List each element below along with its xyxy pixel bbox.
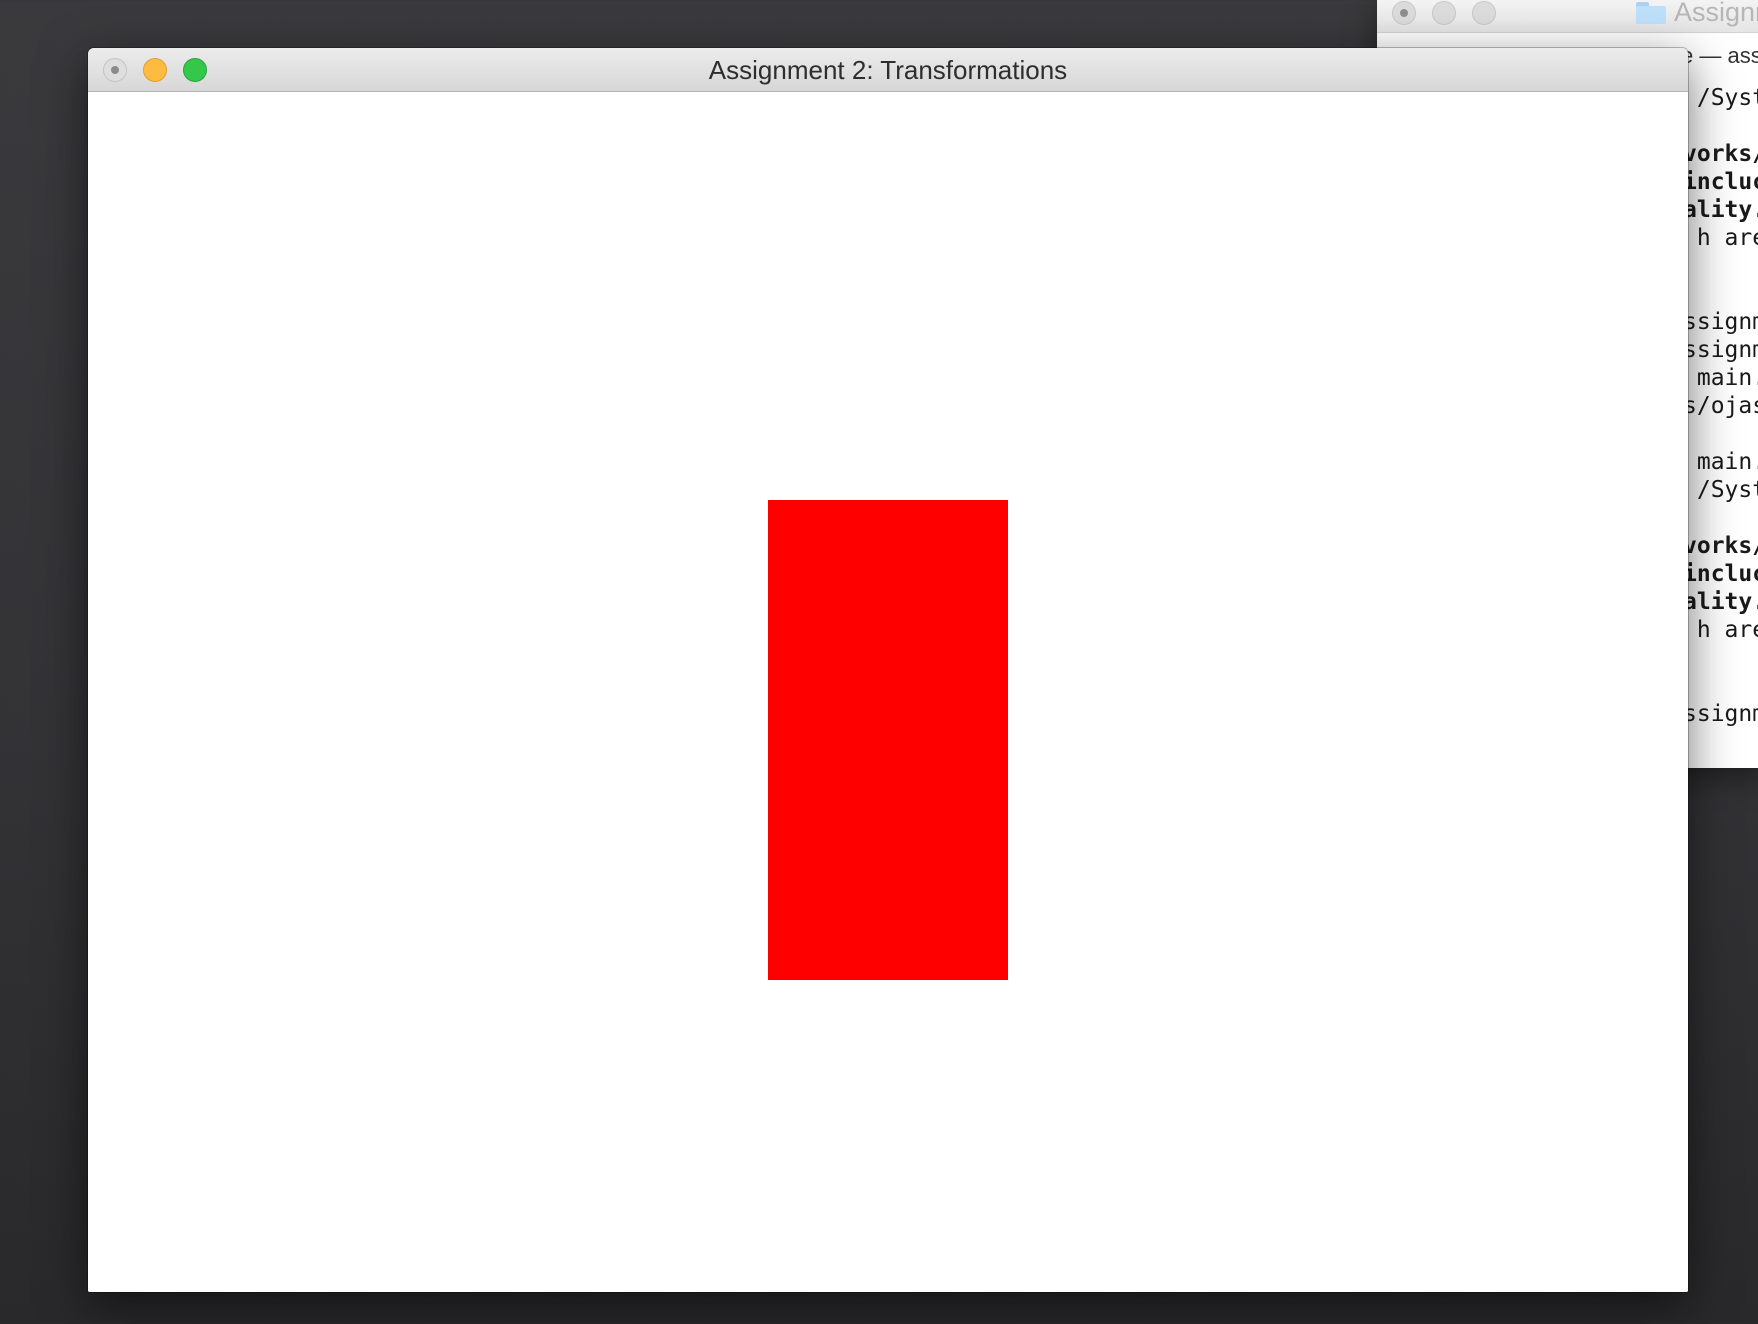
terminal-line: ality. bbox=[1683, 589, 1758, 615]
terminal-line: ality. bbox=[1683, 197, 1758, 223]
terminal-line: /Syst bbox=[1683, 85, 1758, 111]
window-title: Assignment 2: Transformations bbox=[708, 55, 1068, 85]
terminal-line: vorks/ bbox=[1683, 141, 1758, 167]
terminal-line: h are bbox=[1683, 617, 1758, 643]
render-canvas[interactable] bbox=[88, 92, 1688, 1292]
terminal-line: /Syst bbox=[1683, 477, 1758, 503]
terminal-line: ssignm bbox=[1683, 337, 1758, 363]
terminal-line: vorks/ bbox=[1683, 533, 1758, 559]
terminal-line: s/ojas bbox=[1683, 393, 1758, 419]
window-titlebar[interactable]: Assignment 2: Transformations bbox=[88, 48, 1688, 92]
terminal-line: h are bbox=[1683, 225, 1758, 251]
terminal-line: ssignm bbox=[1683, 309, 1758, 335]
terminal-line: ssignm bbox=[1683, 701, 1758, 727]
opengl-window[interactable]: Assignment 2: Transformations bbox=[88, 48, 1688, 1292]
red-rectangle bbox=[768, 500, 1008, 980]
terminal-line: incluc bbox=[1683, 561, 1758, 587]
terminal-line: incluc bbox=[1683, 169, 1758, 195]
terminal-line: main. bbox=[1683, 365, 1758, 391]
terminal-line: main. bbox=[1683, 449, 1758, 475]
